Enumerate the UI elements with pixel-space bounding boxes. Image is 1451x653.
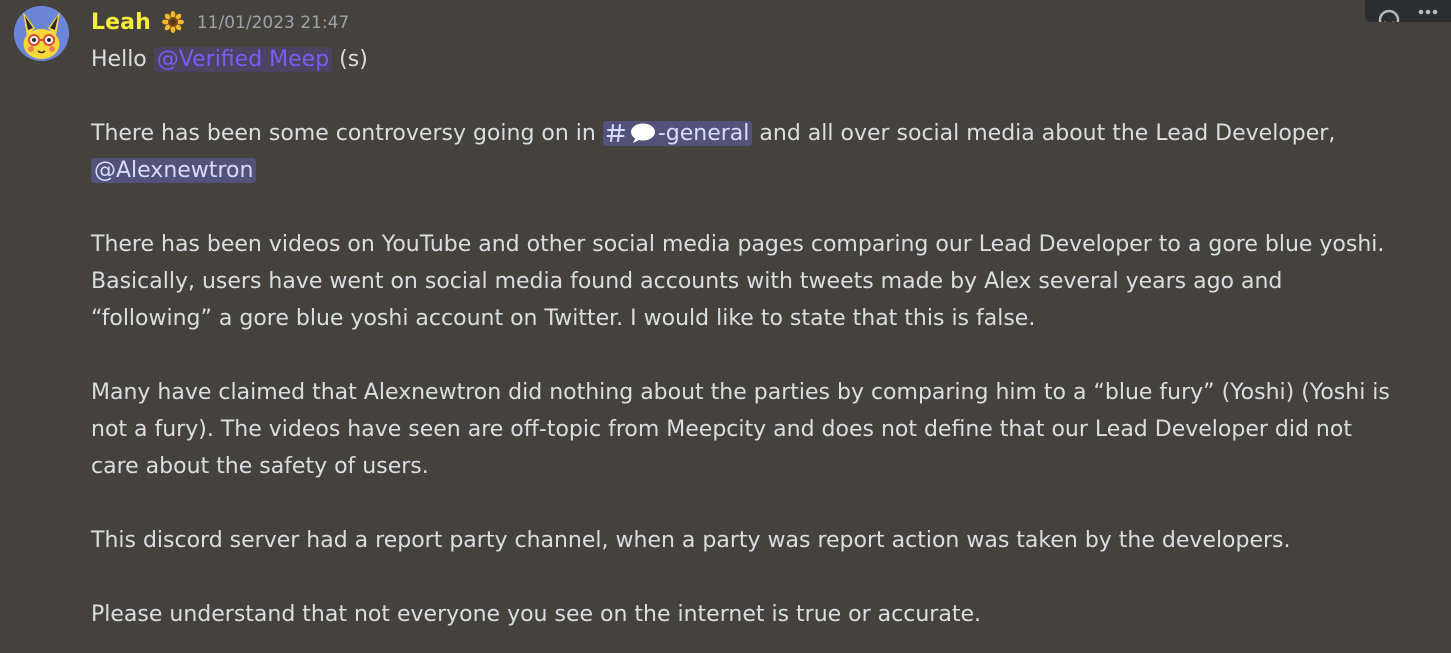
channel-mention[interactable]: -general bbox=[602, 121, 753, 146]
avatar-image bbox=[14, 6, 69, 61]
role-mention[interactable]: @Verified Meep bbox=[153, 47, 333, 72]
timestamp: 11/01/2023 21:47 bbox=[196, 13, 350, 33]
greeting-prefix: Hello bbox=[91, 47, 154, 72]
message-toolbar bbox=[1365, 0, 1451, 22]
message-paragraph: Many have claimed that Alexnewtron did n… bbox=[91, 380, 1390, 479]
message-content: Hello @Verified Meep (s) There has been … bbox=[91, 41, 1391, 633]
greeting-suffix: (s) bbox=[332, 47, 368, 72]
message-paragraph: Hello @Verified Meep (s) bbox=[91, 41, 1391, 78]
author-name[interactable]: Leah bbox=[91, 10, 151, 35]
speech-bubble-icon bbox=[630, 123, 655, 143]
message-header: Leah 11/01/2023 21:47 bbox=[91, 6, 349, 38]
avatar[interactable] bbox=[14, 6, 69, 61]
message-paragraph: There has been videos on YouTube and oth… bbox=[91, 232, 1385, 331]
message-paragraph: There has been some controversy going on… bbox=[91, 115, 1391, 189]
channel-name: -general bbox=[657, 121, 750, 146]
paragraph-text: There has been some controversy going on… bbox=[91, 121, 603, 146]
hash-icon bbox=[606, 124, 625, 142]
chat-message: Leah 11/01/2023 21:47 Hello @Verified Me… bbox=[0, 0, 1451, 653]
add-reaction-icon bbox=[1378, 9, 1399, 22]
more-options-button[interactable] bbox=[1413, 0, 1443, 22]
message-paragraph: This discord server had a report party c… bbox=[91, 528, 1291, 553]
sunflower-icon bbox=[161, 10, 185, 34]
add-reaction-button[interactable] bbox=[1374, 0, 1404, 22]
more-options-icon bbox=[1418, 9, 1437, 15]
paragraph-text: and all over social media about the Lead… bbox=[752, 121, 1336, 146]
message-paragraph: Please understand that not everyone you … bbox=[91, 602, 981, 627]
user-mention[interactable]: @Alexnewtron bbox=[91, 158, 257, 183]
